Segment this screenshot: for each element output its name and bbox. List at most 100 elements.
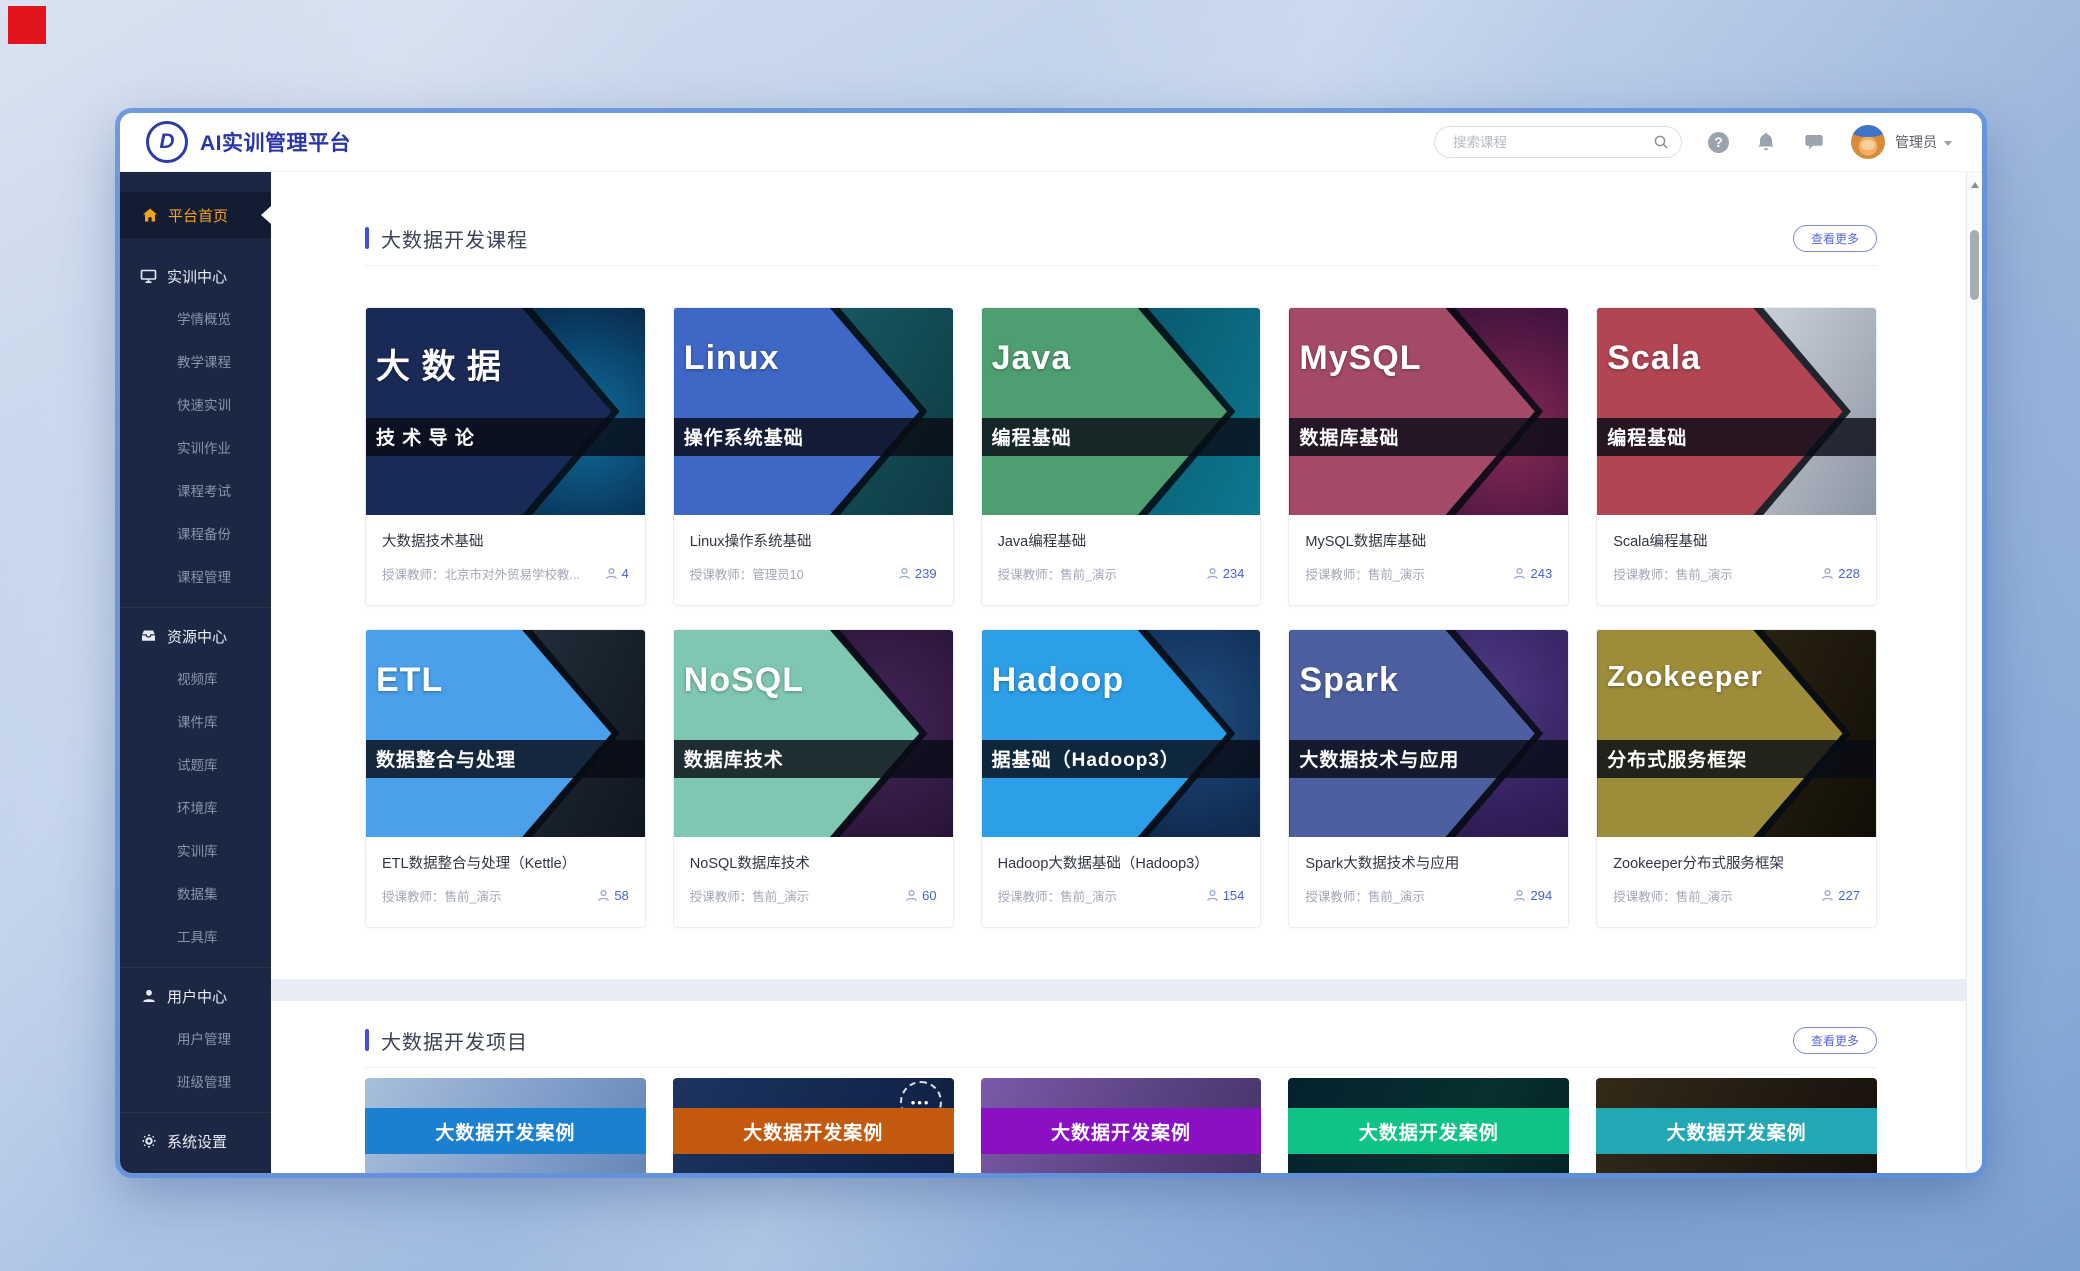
course-info: MySQL数据库基础 授课教师：售前_演示 243	[1289, 515, 1568, 583]
course-card[interactable]: 技 术 导 论 大 数 据 大数据技术基础 授课教师：北京市对外贸易学校教...…	[365, 307, 646, 606]
resource-icon	[140, 628, 157, 645]
course-card[interactable]: 编程基础 Scala Scala编程基础 授课教师：售前_演示 228	[1596, 307, 1877, 606]
enrollment-count: 60	[922, 888, 936, 903]
chevron-down-icon[interactable]	[1944, 141, 1952, 150]
project-ribbon-label: 大数据开发案例	[1359, 1118, 1499, 1145]
course-meta: 授课教师：售前_演示 228	[1613, 564, 1860, 583]
banner-subtitle: 分布式服务框架	[1607, 745, 1747, 772]
enrollment-count: 58	[614, 888, 628, 903]
search-input[interactable]	[1451, 134, 1653, 151]
course-info: Scala编程基础 授课教师：售前_演示 228	[1597, 515, 1876, 583]
project-ribbon: 大数据开发案例	[981, 1108, 1262, 1154]
scrollbar-thumb[interactable]	[1970, 230, 1979, 300]
sidebar-subitem[interactable]: 视频库	[120, 656, 271, 699]
training-icon	[140, 268, 157, 285]
course-meta: 授课教师：售前_演示 227	[1613, 886, 1860, 905]
sidebar-item-active[interactable]: 平台首页	[120, 192, 271, 238]
project-grid: 大数据开发案例 ••• 大数据开发案例 大数据开发案例 大数据开发案例 大数据开…	[365, 1078, 1877, 1173]
project-ribbon-label: 大数据开发案例	[743, 1118, 883, 1145]
scrollbar-up-arrow[interactable]	[1971, 182, 1979, 188]
help-icon[interactable]: ?	[1708, 132, 1729, 153]
sidebar-subitem[interactable]: 学情概览	[120, 296, 271, 339]
active-item-notch	[252, 206, 271, 224]
chat-icon[interactable]	[1803, 131, 1825, 153]
course-meta: 授课教师：售前_演示 154	[998, 886, 1245, 905]
project-card[interactable]: 大数据开发案例	[1596, 1078, 1877, 1173]
person-icon	[1821, 889, 1834, 902]
project-card[interactable]: 大数据开发案例	[365, 1078, 646, 1173]
course-info: NoSQL数据库技术 授课教师：售前_演示 60	[674, 837, 953, 905]
person-icon	[1513, 889, 1526, 902]
course-card[interactable]: 数据库基础 MySQL MySQL数据库基础 授课教师：售前_演示 243	[1288, 307, 1569, 606]
course-card[interactable]: 据基础（Hadoop3） Hadoop Hadoop大数据基础（Hadoop3）…	[981, 629, 1262, 928]
sidebar-group-header[interactable]: 资源中心	[120, 616, 271, 656]
project-ribbon: 大数据开发案例	[365, 1108, 646, 1154]
course-card[interactable]: 编程基础 Java Java编程基础 授课教师：售前_演示 234	[981, 307, 1262, 606]
course-enrollment: 60	[905, 888, 936, 903]
course-title: Zookeeper分布式服务框架	[1613, 852, 1860, 873]
sidebar-group-label: 实训中心	[167, 266, 227, 287]
banner-subtitle: 数据库基础	[1299, 423, 1399, 450]
banner-subtitle: 操作系统基础	[684, 423, 804, 450]
user-name[interactable]: 管理员	[1895, 132, 1937, 152]
sidebar-subitem[interactable]: 教学课程	[120, 339, 271, 382]
enrollment-count: 234	[1223, 566, 1245, 581]
sidebar-subitem[interactable]: 试题库	[120, 742, 271, 785]
course-teacher: 授课教师：北京市对外贸易学校教...	[382, 564, 599, 583]
sidebar-subitem[interactable]: 数据集	[120, 871, 271, 914]
banner-title: Zookeeper	[1607, 661, 1763, 694]
recording-indicator	[8, 6, 46, 44]
course-info: Hadoop大数据基础（Hadoop3） 授课教师：售前_演示 154	[982, 837, 1261, 905]
sidebar-subitem[interactable]: 课程备份	[120, 511, 271, 554]
banner-title: NoSQL	[684, 661, 804, 700]
sidebar-subitem[interactable]: 课程管理	[120, 554, 271, 597]
project-card[interactable]: ••• 大数据开发案例	[673, 1078, 954, 1173]
enrollment-count: 228	[1838, 566, 1860, 581]
sidebar-subitem[interactable]: 工具库	[120, 914, 271, 957]
sidebar-group: 系统设置	[120, 1112, 271, 1161]
banner-subtitle: 数据库技术	[684, 745, 784, 772]
sidebar-subitem[interactable]: 课件库	[120, 699, 271, 742]
project-card[interactable]: 大数据开发案例	[981, 1078, 1262, 1173]
user-avatar[interactable]	[1851, 125, 1885, 159]
course-grid: 技 术 导 论 大 数 据 大数据技术基础 授课教师：北京市对外贸易学校教...…	[365, 307, 1877, 928]
course-enrollment: 58	[597, 888, 628, 903]
sidebar-subitem[interactable]: 实训库	[120, 828, 271, 871]
sidebar-subitem[interactable]: 用户管理	[120, 1016, 271, 1059]
project-card[interactable]: 大数据开发案例	[1288, 1078, 1569, 1173]
sidebar-subitem[interactable]: 环境库	[120, 785, 271, 828]
search-icon[interactable]	[1653, 134, 1669, 150]
course-card[interactable]: 分布式服务框架 Zookeeper Zookeeper分布式服务框架 授课教师：…	[1596, 629, 1877, 928]
view-more-button[interactable]: 查看更多	[1793, 1027, 1877, 1054]
course-enrollment: 154	[1206, 888, 1245, 903]
course-teacher: 授课教师：售前_演示	[382, 886, 591, 905]
sidebar-group-header[interactable]: 系统设置	[120, 1121, 271, 1161]
banner-subtitle: 大数据技术与应用	[1299, 745, 1459, 772]
sidebar-subitem[interactable]: 实训作业	[120, 425, 271, 468]
course-card[interactable]: 操作系统基础 Linux Linux操作系统基础 授课教师：管理员10 239	[673, 307, 954, 606]
course-banner-image: 大数据技术与应用 Spark	[1289, 630, 1568, 837]
search-box[interactable]	[1434, 126, 1682, 158]
course-meta: 授课教师：售前_演示 294	[1305, 886, 1552, 905]
project-ribbon-label: 大数据开发案例	[435, 1118, 575, 1145]
sidebar-group-label: 系统设置	[167, 1131, 227, 1152]
sidebar-subitem[interactable]: 课程考试	[120, 468, 271, 511]
bell-icon[interactable]	[1755, 131, 1777, 153]
sidebar-subitem[interactable]: 班级管理	[120, 1059, 271, 1102]
course-card[interactable]: 大数据技术与应用 Spark Spark大数据技术与应用 授课教师：售前_演示 …	[1288, 629, 1569, 928]
section-title: 大数据开发项目	[381, 1026, 528, 1055]
course-title: 大数据技术基础	[382, 530, 629, 551]
course-card[interactable]: 数据整合与处理 ETL ETL数据整合与处理（Kettle） 授课教师：售前_演…	[365, 629, 646, 928]
banner-title: MySQL	[1299, 339, 1421, 378]
scrollbar	[1966, 172, 1982, 1173]
section-courses: 大数据开发课程 查看更多 技 术 导 论 大 数 据 大数据技术基础 授课教师：…	[271, 172, 1967, 979]
course-banner-image: 数据库技术 NoSQL	[674, 630, 953, 837]
sidebar-group-header[interactable]: 实训中心	[120, 256, 271, 296]
desktop-background: D AI实训管理平台 ? 管理员	[0, 0, 2080, 1271]
course-enrollment: 234	[1206, 566, 1245, 581]
course-card[interactable]: 数据库技术 NoSQL NoSQL数据库技术 授课教师：售前_演示 60	[673, 629, 954, 928]
banner-subtitle-band: 技 术 导 论	[366, 418, 645, 456]
view-more-button[interactable]: 查看更多	[1793, 225, 1877, 252]
sidebar-subitem[interactable]: 快速实训	[120, 382, 271, 425]
sidebar-group-header[interactable]: 用户中心	[120, 976, 271, 1016]
